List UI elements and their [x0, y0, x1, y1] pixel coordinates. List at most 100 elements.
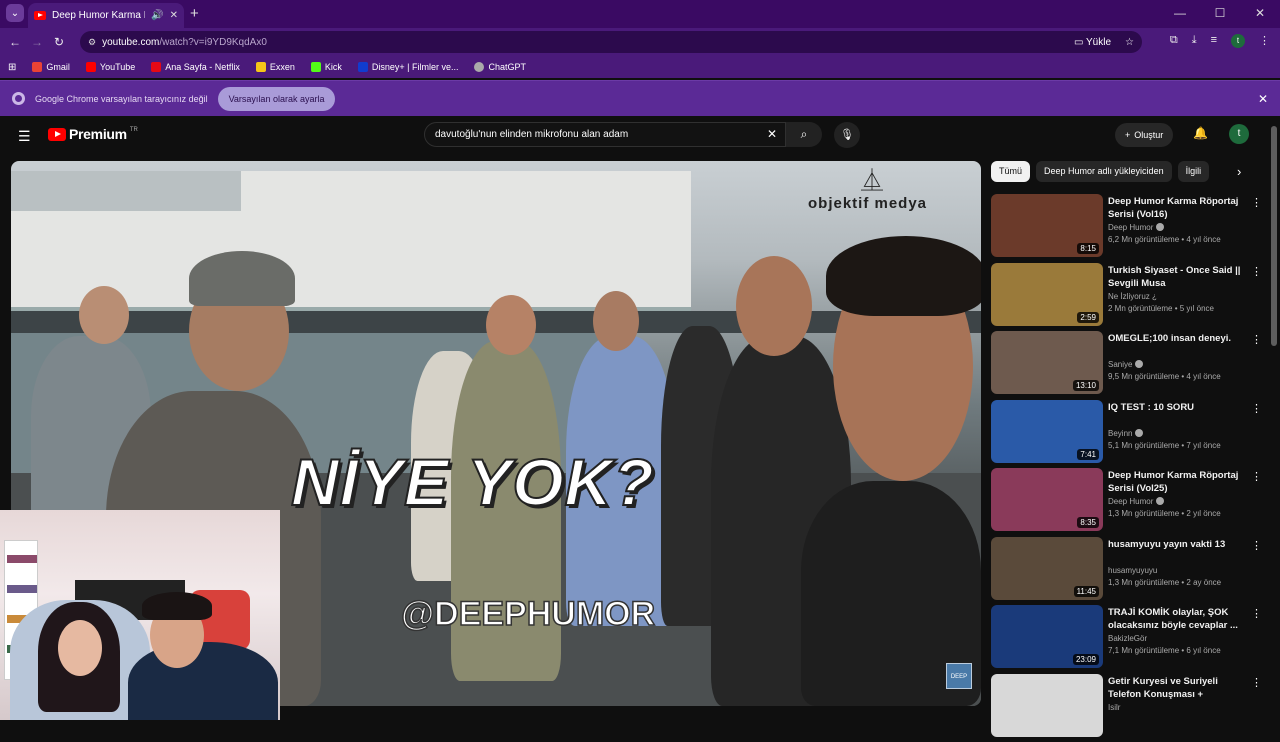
- more-actions-icon[interactable]: ⋮: [1251, 607, 1262, 620]
- channel-name[interactable]: Deep Humor: [1108, 497, 1165, 506]
- duration-badge: 13:10: [1072, 380, 1099, 391]
- video-thumbnail[interactable]: 7:41: [991, 399, 1103, 463]
- bookmark-netflix[interactable]: Ana Sayfa - Netflix: [151, 62, 240, 72]
- bookmark-kick[interactable]: Kick: [310, 62, 342, 72]
- recommendation-item[interactable]: 11:45 husamyuyu yayın vakti 13 husamyuyuyu…: [991, 536, 1269, 605]
- video-thumbnail[interactable]: 13:10: [991, 331, 1103, 394]
- maximize-icon[interactable]: ☐: [1200, 0, 1240, 26]
- bookmark-gmail[interactable]: Gmail: [32, 62, 70, 72]
- apps-grid-icon[interactable]: ⊞: [8, 62, 16, 73]
- guide-menu-icon[interactable]: ☰: [18, 128, 31, 145]
- recommendation-item[interactable]: 23:09 TRAJİ KOMİK olaylar, ŞOK olacaksını…: [991, 605, 1269, 673]
- gmail-icon: [32, 62, 43, 72]
- recommendation-item[interactable]: 13:10 OMEGLE;100 insan deneyi. Saniye 9,5 M…: [991, 331, 1269, 399]
- recommendation-item[interactable]: 8:35 Deep Humor Karma Röportaj Serisi (Vo…: [991, 468, 1269, 536]
- channel-name[interactable]: husamyuyuyu: [1108, 566, 1157, 575]
- chip-related[interactable]: İlgili: [1177, 161, 1210, 182]
- set-default-button[interactable]: Varsayılan olarak ayarla: [217, 86, 336, 111]
- channel-name[interactable]: Isilr: [1108, 703, 1120, 712]
- reload-icon[interactable]: ↻: [48, 35, 70, 49]
- youtube-premium-logo[interactable]: Premium TR: [48, 126, 138, 142]
- site-info-icon[interactable]: ⚙: [88, 37, 96, 48]
- voice-search-button[interactable]: 🎙: [834, 122, 860, 148]
- chrome-logo-icon: [12, 92, 25, 105]
- media-controls-icon[interactable]: ≡: [1211, 34, 1217, 48]
- video-title[interactable]: Deep Humor Karma Röportaj Serisi (Vol16): [1108, 195, 1248, 221]
- channel-name[interactable]: Deep Humor: [1108, 223, 1165, 232]
- video-title[interactable]: Deep Humor Karma Röportaj Serisi (Vol25): [1108, 469, 1248, 495]
- back-arrow-icon[interactable]: ←: [4, 35, 26, 49]
- chevron-right-icon[interactable]: ›: [1237, 164, 1241, 179]
- more-actions-icon[interactable]: ⋮: [1251, 402, 1262, 415]
- more-actions-icon[interactable]: ⋮: [1251, 539, 1262, 552]
- duration-badge: 7:41: [1077, 448, 1099, 460]
- bookmark-star-icon[interactable]: ☆: [1125, 37, 1134, 48]
- more-actions-icon[interactable]: ⋮: [1251, 676, 1262, 689]
- create-button[interactable]: + Oluştur: [1115, 123, 1174, 147]
- recommendation-item[interactable]: 8:15 Deep Humor Karma Röportaj Serisi (Vo…: [991, 194, 1269, 262]
- webcam-shelf-books: [7, 555, 37, 563]
- chrome-menu-icon[interactable]: ⋮: [1259, 34, 1270, 48]
- tab-search-button[interactable]: ⌄: [6, 4, 24, 22]
- netflix-icon: [151, 62, 162, 72]
- minimize-icon[interactable]: —: [1160, 0, 1200, 26]
- forward-arrow-icon[interactable]: →: [26, 35, 48, 49]
- channel-name[interactable]: Beyinn: [1108, 428, 1144, 438]
- more-actions-icon[interactable]: ⋮: [1251, 265, 1262, 278]
- url-path: /watch?v=i9YD9KqdAx0: [159, 36, 267, 48]
- video-thumbnail[interactable]: 8:15: [991, 194, 1103, 257]
- channel-name[interactable]: Saniye: [1108, 360, 1144, 369]
- new-tab-button[interactable]: +: [190, 5, 199, 22]
- close-tab-icon[interactable]: ✕: [170, 10, 178, 21]
- video-title[interactable]: husamyuyu yayın vakti 13: [1108, 538, 1248, 551]
- video-meta: 1,3 Mn görüntüleme • 2 ay önce: [1108, 577, 1222, 587]
- extensions-icon[interactable]: ⧉: [1170, 34, 1178, 48]
- recommendation-item[interactable]: 7:41 IQ TEST : 10 SORU Beyinn 5,1 Mn görünt…: [991, 399, 1269, 468]
- search-button[interactable]: ⌕: [786, 122, 822, 147]
- infobar-close-icon[interactable]: ✕: [1258, 92, 1268, 106]
- page-scrollbar[interactable]: [1271, 126, 1277, 720]
- recommendation-item[interactable]: Getir Kuryesi ve Suriyeli Telefon Konuşm…: [991, 673, 1269, 742]
- channel-name[interactable]: Ne İzliyoruz ¿: [1108, 292, 1157, 301]
- user-avatar[interactable]: t: [1229, 124, 1249, 144]
- bookmark-chatgpt[interactable]: ChatGPT: [474, 62, 526, 72]
- channel-name[interactable]: BakizleGör: [1108, 634, 1147, 643]
- video-thumbnail[interactable]: 23:09: [991, 605, 1103, 668]
- scrollbar-thumb[interactable]: [1271, 126, 1277, 346]
- browser-tab-active[interactable]: Deep Humor Karma Röportaj 🔊 ✕: [28, 3, 184, 28]
- kick-icon: [310, 62, 321, 72]
- video-title[interactable]: Turkish Siyaset - Once Said || Sevgili M…: [1108, 264, 1248, 290]
- notifications-bell-icon[interactable]: 🔔: [1193, 126, 1208, 140]
- more-actions-icon[interactable]: ⋮: [1251, 333, 1262, 346]
- video-person-head: [593, 291, 639, 351]
- video-thumbnail[interactable]: [991, 673, 1103, 737]
- webcam-person-right: [128, 642, 278, 720]
- window-controls: — ☐ ✕: [1160, 0, 1280, 26]
- recommendation-item[interactable]: 2:59 Turkish Siyaset - Once Said || Sevgi…: [991, 262, 1269, 331]
- address-bar[interactable]: ⚙ youtube.com/watch?v=i9YD9KqdAx0 ▭ Yükl…: [80, 31, 1142, 53]
- install-app-button[interactable]: ▭ Yükle: [1074, 37, 1111, 48]
- clear-search-icon[interactable]: ✕: [767, 127, 777, 141]
- close-window-icon[interactable]: ✕: [1240, 0, 1280, 26]
- bookmark-disney[interactable]: Disney+ | Filmler ve...: [357, 62, 458, 72]
- more-actions-icon[interactable]: ⋮: [1251, 196, 1262, 209]
- video-title[interactable]: OMEGLE;100 insan deneyi.: [1108, 332, 1248, 345]
- video-thumbnail[interactable]: 2:59: [991, 262, 1103, 326]
- video-thumbnail[interactable]: 11:45: [991, 536, 1103, 600]
- bookmark-youtube[interactable]: YouTube: [85, 62, 135, 72]
- bookmark-exxen[interactable]: Exxen: [255, 62, 295, 72]
- video-title[interactable]: IQ TEST : 10 SORU: [1108, 401, 1248, 414]
- webcam-overlay: [0, 510, 280, 720]
- video-title[interactable]: TRAJİ KOMİK olaylar, ŞOK olacaksınız böy…: [1108, 606, 1248, 632]
- search-icon: ⌕: [800, 127, 808, 141]
- search-input[interactable]: davutoğlu'nun elinden mikrofonu alan ada…: [424, 122, 786, 147]
- chip-all[interactable]: Tümü: [991, 161, 1031, 182]
- video-title[interactable]: Getir Kuryesi ve Suriyeli Telefon Konuşm…: [1108, 675, 1248, 702]
- more-actions-icon[interactable]: ⋮: [1251, 470, 1262, 483]
- objektif-medya-tower-icon: ⏅: [861, 168, 884, 193]
- video-thumbnail[interactable]: 8:35: [991, 468, 1103, 531]
- speaker-icon[interactable]: 🔊: [151, 10, 163, 21]
- chip-from-uploader[interactable]: Deep Humor adlı yükleyiciden: [1036, 161, 1172, 182]
- profile-avatar[interactable]: t: [1231, 34, 1245, 48]
- download-icon[interactable]: ⤓: [1192, 34, 1197, 48]
